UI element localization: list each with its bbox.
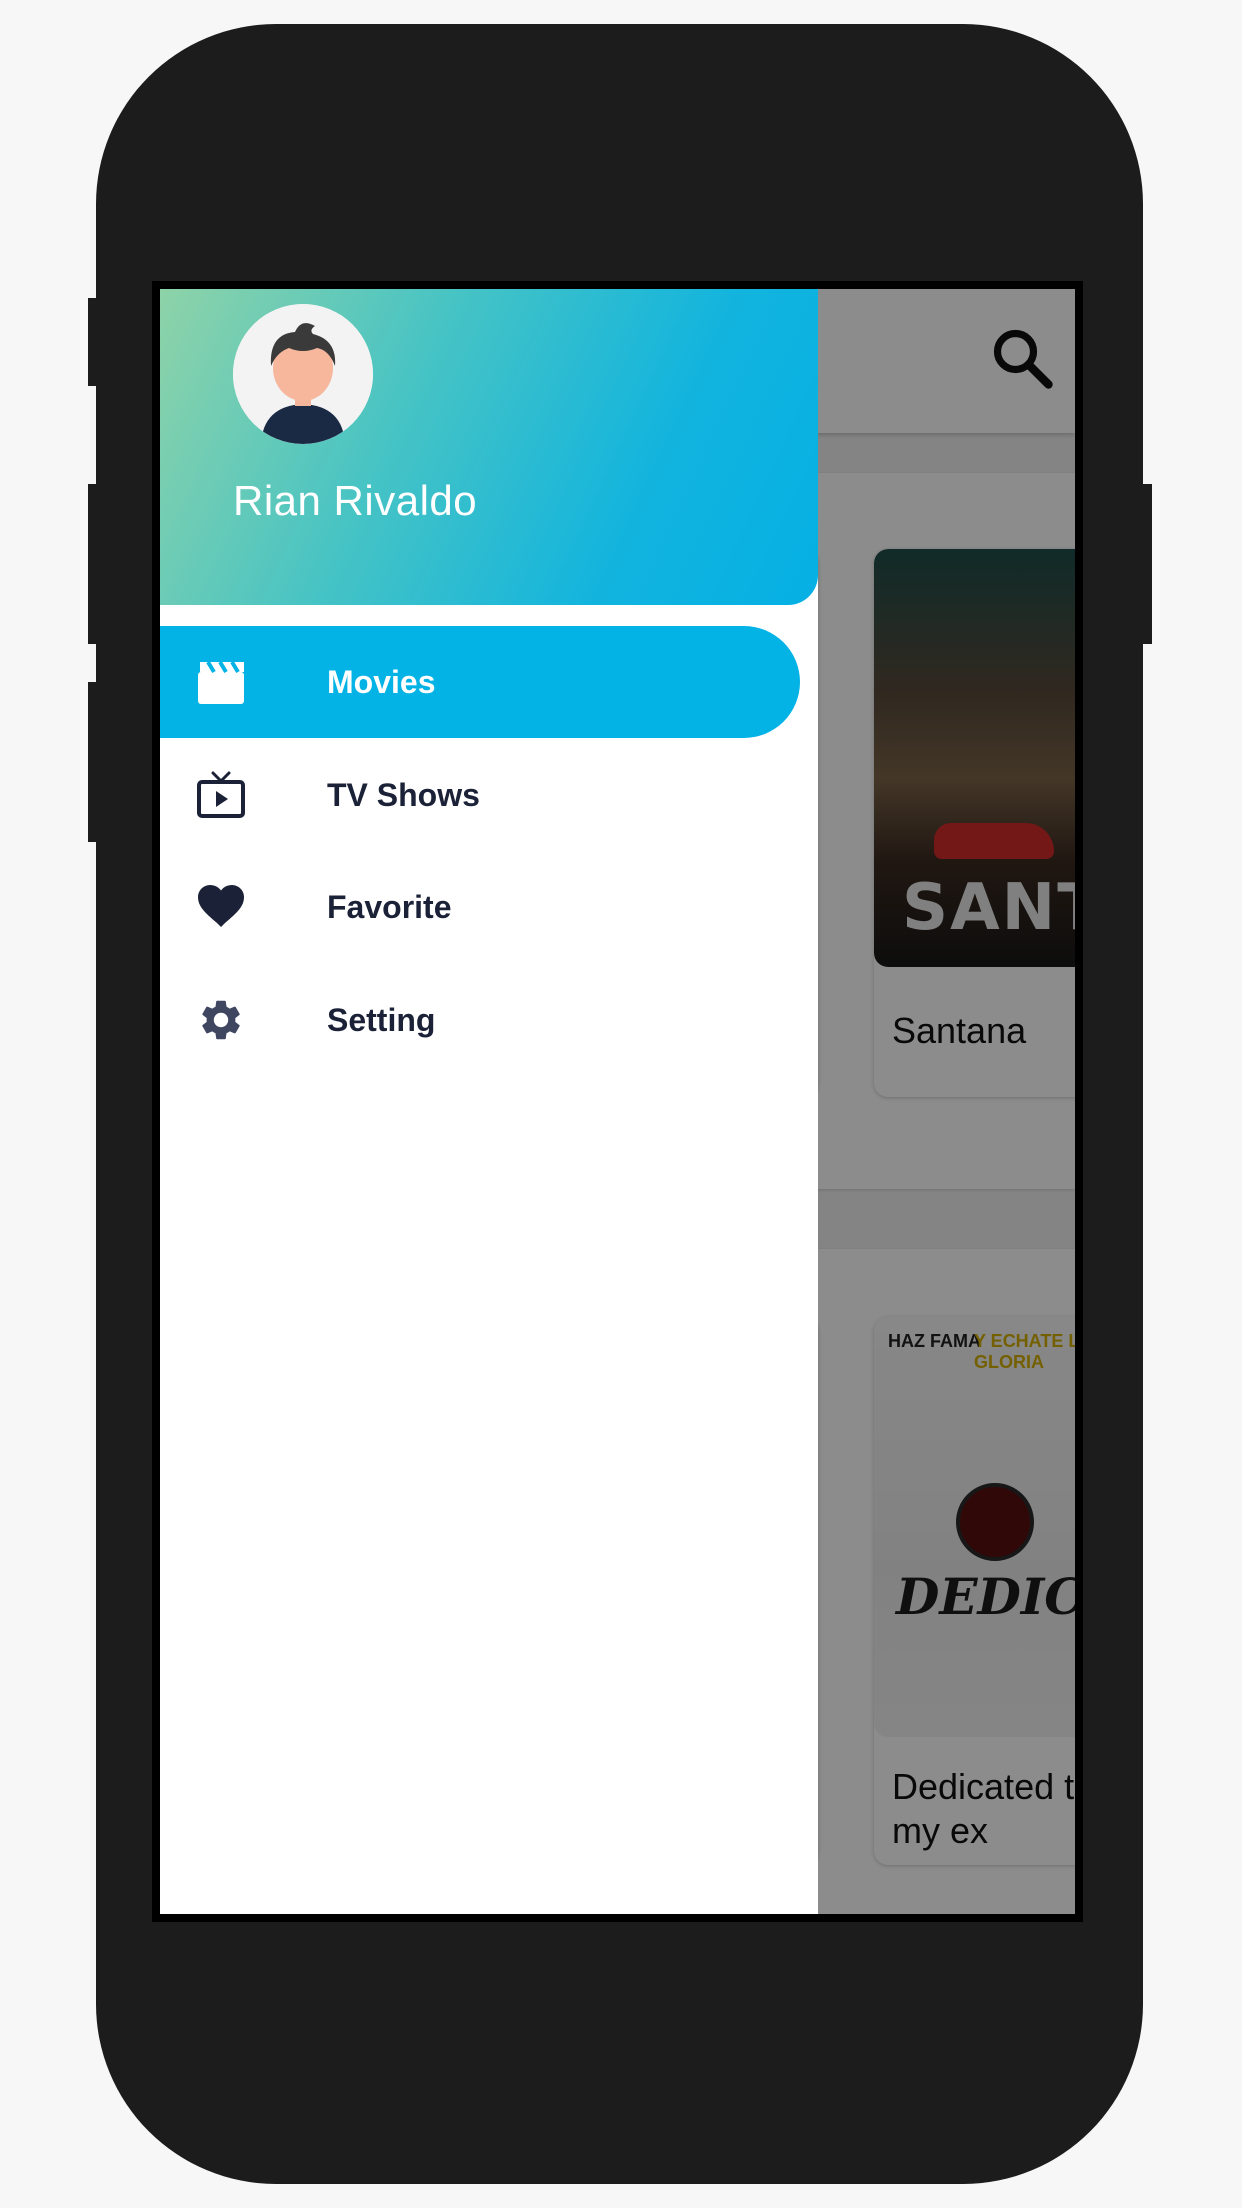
menu-label: Favorite (327, 889, 452, 925)
volume-down-button (88, 484, 102, 644)
navigation-drawer: Rian Rivaldo Movies TV Shows Favorite Se… (160, 289, 818, 1914)
tv-play-icon (197, 771, 245, 818)
user-avatar-icon (233, 304, 373, 444)
heart-icon (198, 885, 244, 927)
menu-item-favorite[interactable]: Favorite (160, 851, 800, 963)
drawer-header: Rian Rivaldo (160, 289, 818, 605)
menu-label: Movies (327, 664, 436, 700)
power-button (1138, 484, 1152, 644)
user-name: Rian Rivaldo (233, 477, 478, 524)
menu-label: Setting (327, 1002, 436, 1038)
avatar[interactable] (233, 304, 373, 444)
clapperboard-icon (198, 660, 244, 704)
menu-item-movies[interactable]: Movies (160, 626, 800, 738)
mute-button (88, 682, 102, 842)
screen: SANTANA Santana HAZ FAMA Y ECHATE LA GLO… (152, 281, 1083, 1922)
menu-label: TV Shows (327, 777, 480, 813)
menu-item-tv-shows[interactable]: TV Shows (160, 739, 800, 851)
app-viewport: SANTANA Santana HAZ FAMA Y ECHATE LA GLO… (160, 289, 1075, 1914)
gear-icon (202, 1000, 240, 1040)
menu-item-setting[interactable]: Setting (160, 964, 800, 1076)
volume-up-button (88, 298, 102, 386)
